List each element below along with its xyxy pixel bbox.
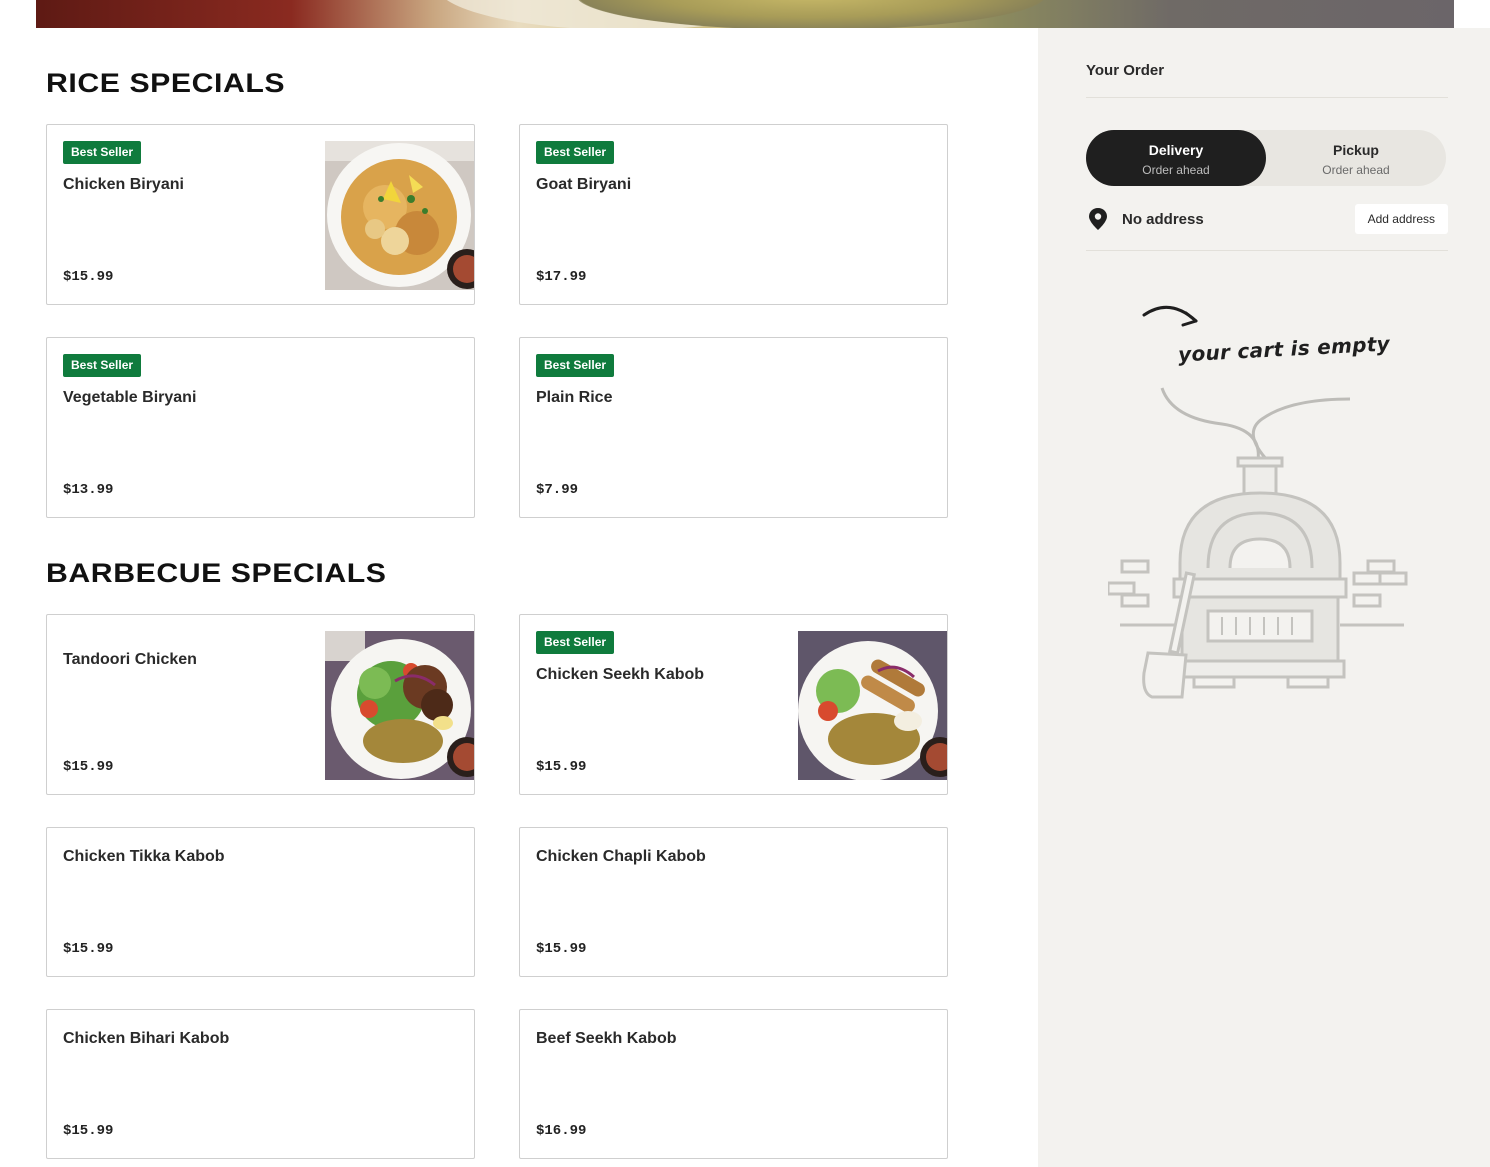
menu-item-plain-rice[interactable]: Best Seller Plain Rice $7.99 — [519, 337, 948, 518]
item-price: $15.99 — [63, 1123, 114, 1139]
add-address-button[interactable]: Add address — [1354, 204, 1448, 234]
order-title: Your Order — [1086, 62, 1165, 79]
item-price: $7.99 — [536, 482, 579, 498]
item-name: Chicken Tikka Kabob — [63, 848, 225, 865]
biryani-plate-image — [325, 141, 474, 290]
section-title-rice: RICE SPECIALS — [46, 68, 286, 98]
item-price: $15.99 — [536, 759, 587, 775]
item-name: Tandoori Chicken — [63, 651, 197, 668]
address-text: No address — [1122, 211, 1204, 228]
menu-list: RICE SPECIALS Best Seller Chicken Biryan… — [0, 28, 1038, 1167]
item-price: $17.99 — [536, 269, 587, 285]
tandoori-plate-image — [325, 631, 474, 780]
kabob-plate-image — [798, 631, 947, 780]
best-seller-badge: Best Seller — [63, 354, 142, 377]
item-name: Plain Rice — [536, 389, 613, 406]
hero-banner-image — [36, 0, 1454, 28]
map-pin-icon — [1089, 208, 1107, 230]
address-row: No address Add address — [1086, 204, 1448, 234]
item-price: $15.99 — [63, 941, 114, 957]
fulfillment-toggle: Delivery Order ahead Pickup Order ahead — [1086, 130, 1446, 186]
best-seller-badge: Best Seller — [536, 354, 615, 377]
item-price: $16.99 — [536, 1123, 587, 1139]
menu-item-chicken-biryani[interactable]: Best Seller Chicken Biryani $15.99 — [46, 124, 475, 305]
item-name: Chicken Chapli Kabob — [536, 848, 706, 865]
menu-item-goat-biryani[interactable]: Best Seller Goat Biryani $17.99 — [519, 124, 948, 305]
item-name: Goat Biryani — [536, 176, 632, 193]
menu-item-chicken-chapli-kabob[interactable]: Chicken Chapli Kabob $15.99 — [519, 827, 948, 977]
pickup-sublabel: Order ahead — [1322, 163, 1390, 177]
item-price: $15.99 — [536, 941, 587, 957]
item-name: Chicken Bihari Kabob — [63, 1030, 230, 1047]
item-price: $15.99 — [63, 269, 114, 285]
menu-item-beef-seekh-kabob[interactable]: Beef Seekh Kabob $16.99 — [519, 1009, 948, 1159]
divider — [1086, 97, 1448, 98]
menu-item-vegetable-biryani[interactable]: Best Seller Vegetable Biryani $13.99 — [46, 337, 475, 518]
best-seller-badge: Best Seller — [536, 141, 615, 164]
pickup-label: Pickup — [1333, 142, 1379, 158]
menu-item-chicken-bihari-kabob[interactable]: Chicken Bihari Kabob $15.99 — [46, 1009, 475, 1159]
divider — [1086, 250, 1448, 251]
item-name: Chicken Seekh Kabob — [536, 666, 705, 683]
item-name: Chicken Biryani — [63, 176, 184, 193]
best-seller-badge: Best Seller — [63, 141, 142, 164]
best-seller-badge: Best Seller — [536, 631, 615, 654]
menu-item-tandoori-chicken[interactable]: Tandoori Chicken $15.99 — [46, 614, 475, 795]
item-price: $15.99 — [63, 759, 114, 775]
order-sidebar: Your Order Delivery Order ahead Pickup O… — [1038, 28, 1490, 1167]
menu-item-chicken-seekh-kabob[interactable]: Best Seller Chicken Seekh Kabob $15.99 — [519, 614, 948, 795]
item-name: Vegetable Biryani — [63, 389, 197, 406]
item-name: Beef Seekh Kabob — [536, 1030, 677, 1047]
delivery-label: Delivery — [1148, 142, 1204, 158]
pickup-option[interactable]: Pickup Order ahead — [1266, 130, 1446, 186]
menu-item-chicken-tikka-kabob[interactable]: Chicken Tikka Kabob $15.99 — [46, 827, 475, 977]
item-price: $13.99 — [63, 482, 114, 498]
delivery-option[interactable]: Delivery Order ahead — [1086, 130, 1266, 186]
delivery-sublabel: Order ahead — [1142, 163, 1210, 177]
empty-cart: your cart is empty — [1108, 293, 1428, 713]
section-title-barbecue: BARBECUE SPECIALS — [46, 558, 387, 588]
